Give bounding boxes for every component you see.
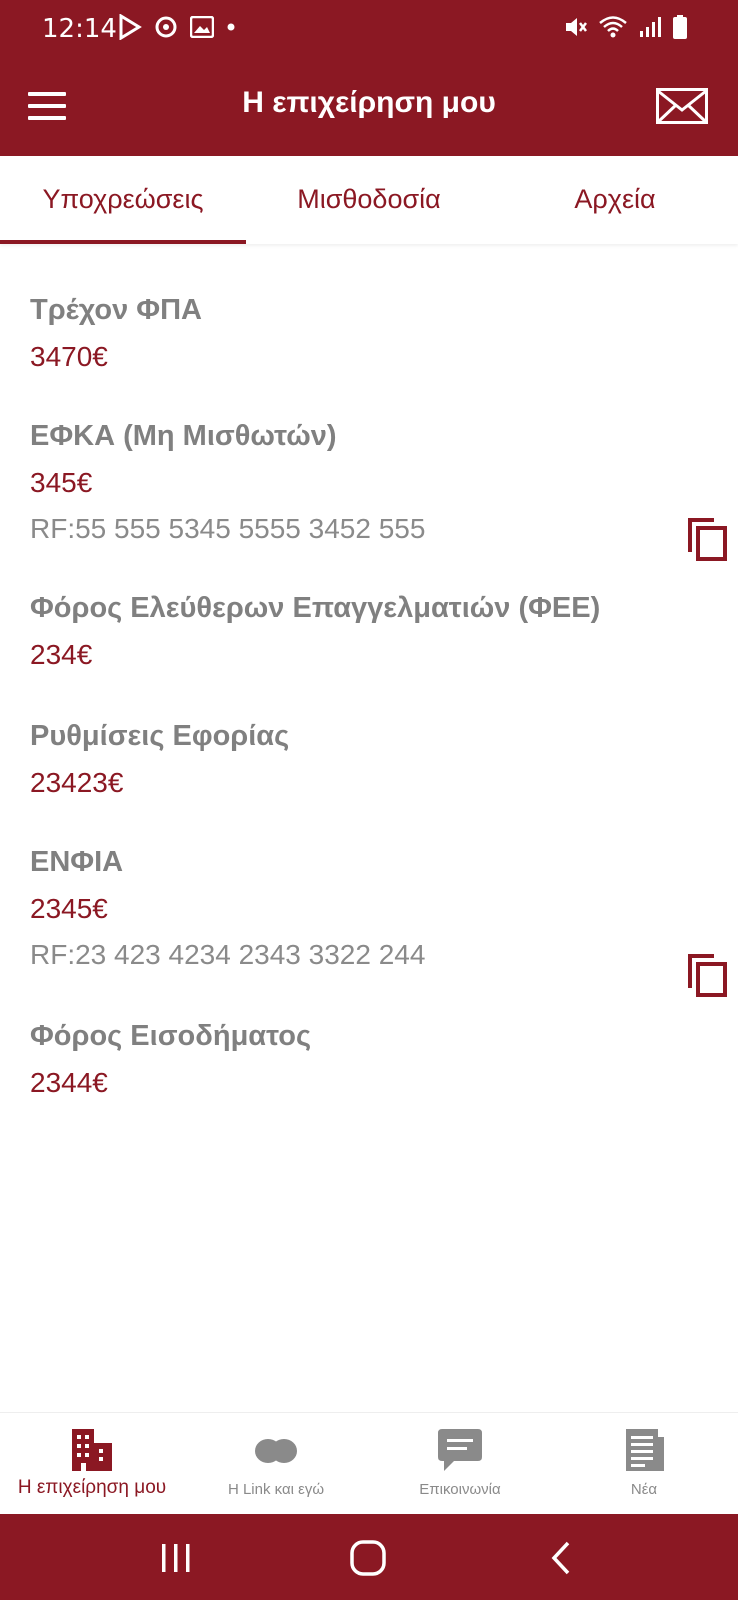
nav-item-my-business[interactable]: Η επιχείρηση μου: [0, 1413, 184, 1515]
tab-active-indicator: [0, 240, 246, 244]
obligation-amount: 2345€: [30, 893, 108, 924]
battery-icon: [673, 15, 687, 39]
tab-bar: Υποχρεώσεις Μισθοδοσία Αρχεία: [0, 156, 738, 244]
obligation-amount: 2344€: [30, 1067, 108, 1098]
copy-icon[interactable]: [686, 516, 728, 562]
recent-apps-icon[interactable]: [156, 1538, 196, 1578]
tab-payroll[interactable]: Μισθοδοσία: [246, 156, 492, 244]
status-time: 12:14: [42, 14, 117, 44]
building-icon: [72, 1429, 112, 1471]
obligation-amount: 234€: [30, 639, 93, 670]
link-icon: [255, 1439, 297, 1463]
copy-icon[interactable]: [686, 952, 728, 998]
tab-files[interactable]: Αρχεία: [492, 156, 738, 244]
obligation-title: Τρέχον ΦΠΑ: [30, 294, 202, 326]
system-navigation-bar: [0, 1514, 738, 1600]
play-store-icon: [119, 14, 142, 40]
obligation-title: Φόρος Ελεύθερων Επαγγελματιών (ΦΕΕ): [30, 592, 601, 624]
payment-reference: RF:55 555 5345 5555 3452 555: [30, 513, 426, 544]
nav-label: Νέα: [630, 1481, 658, 1498]
obligation-title: ΕΝΦΙΑ: [30, 846, 124, 878]
bottom-navigation: Η επιχείρηση μου Η Link και εγώ Επικοινω…: [0, 1412, 738, 1514]
obligation-title: Ρυθμίσεις Εφορίας: [30, 720, 290, 752]
obligation-title: ΕΦΚΑ (Μη Μισθωτών): [30, 420, 337, 452]
nav-label: Η Link και εγώ: [227, 1481, 325, 1498]
tab-obligations[interactable]: Υποχρεώσεις: [0, 156, 246, 244]
nav-item-link-and-me[interactable]: Η Link και εγώ: [184, 1413, 368, 1515]
nav-label: Η επιχείρηση μου: [17, 1477, 167, 1498]
list-item: Φόρος Εισοδήματος 2344€: [30, 1020, 710, 1099]
nav-item-news[interactable]: Νέα: [552, 1413, 736, 1515]
payment-reference: RF:23 423 4234 2343 3322 244: [30, 939, 426, 970]
app-bar: Η επιχείρηση μου: [0, 58, 738, 156]
list-item: Ρυθμίσεις Εφορίας 23423€: [30, 720, 710, 799]
mute-icon: [566, 18, 587, 36]
wifi-icon: [599, 16, 627, 38]
mail-icon[interactable]: [656, 88, 708, 124]
signal-icon: [640, 17, 661, 37]
obligation-amount: 23423€: [30, 767, 124, 798]
list-item: Φόρος Ελεύθερων Επαγγελματιών (ΦΕΕ) 234€: [30, 592, 710, 671]
list-item: Τρέχον ΦΠΑ 3470€: [30, 294, 710, 373]
chat-icon: [438, 1429, 482, 1471]
gallery-icon: [190, 16, 214, 38]
list-item: ΕΦΚΑ (Μη Μισθωτών) 345€ RF:55 555 5345 5…: [30, 420, 710, 545]
status-bar: 12:14: [0, 0, 738, 58]
obligation-amount: 345€: [30, 467, 93, 498]
nav-item-contact[interactable]: Επικοινωνία: [368, 1413, 552, 1515]
nav-label: Επικοινωνία: [419, 1481, 501, 1498]
status-notification-icons: [118, 14, 236, 40]
page-title: Η επιχείρηση μου: [242, 86, 496, 119]
sync-icon: [155, 16, 177, 38]
home-icon[interactable]: [348, 1538, 388, 1578]
back-icon[interactable]: [542, 1538, 582, 1578]
dot-icon: [227, 23, 235, 31]
news-icon: [626, 1429, 664, 1471]
obligation-title: Φόρος Εισοδήματος: [30, 1020, 312, 1052]
status-system-icons: [562, 14, 688, 40]
obligation-amount: 3470€: [30, 341, 108, 372]
list-item: ΕΝΦΙΑ 2345€ RF:23 423 4234 2343 3322 244: [30, 846, 710, 971]
